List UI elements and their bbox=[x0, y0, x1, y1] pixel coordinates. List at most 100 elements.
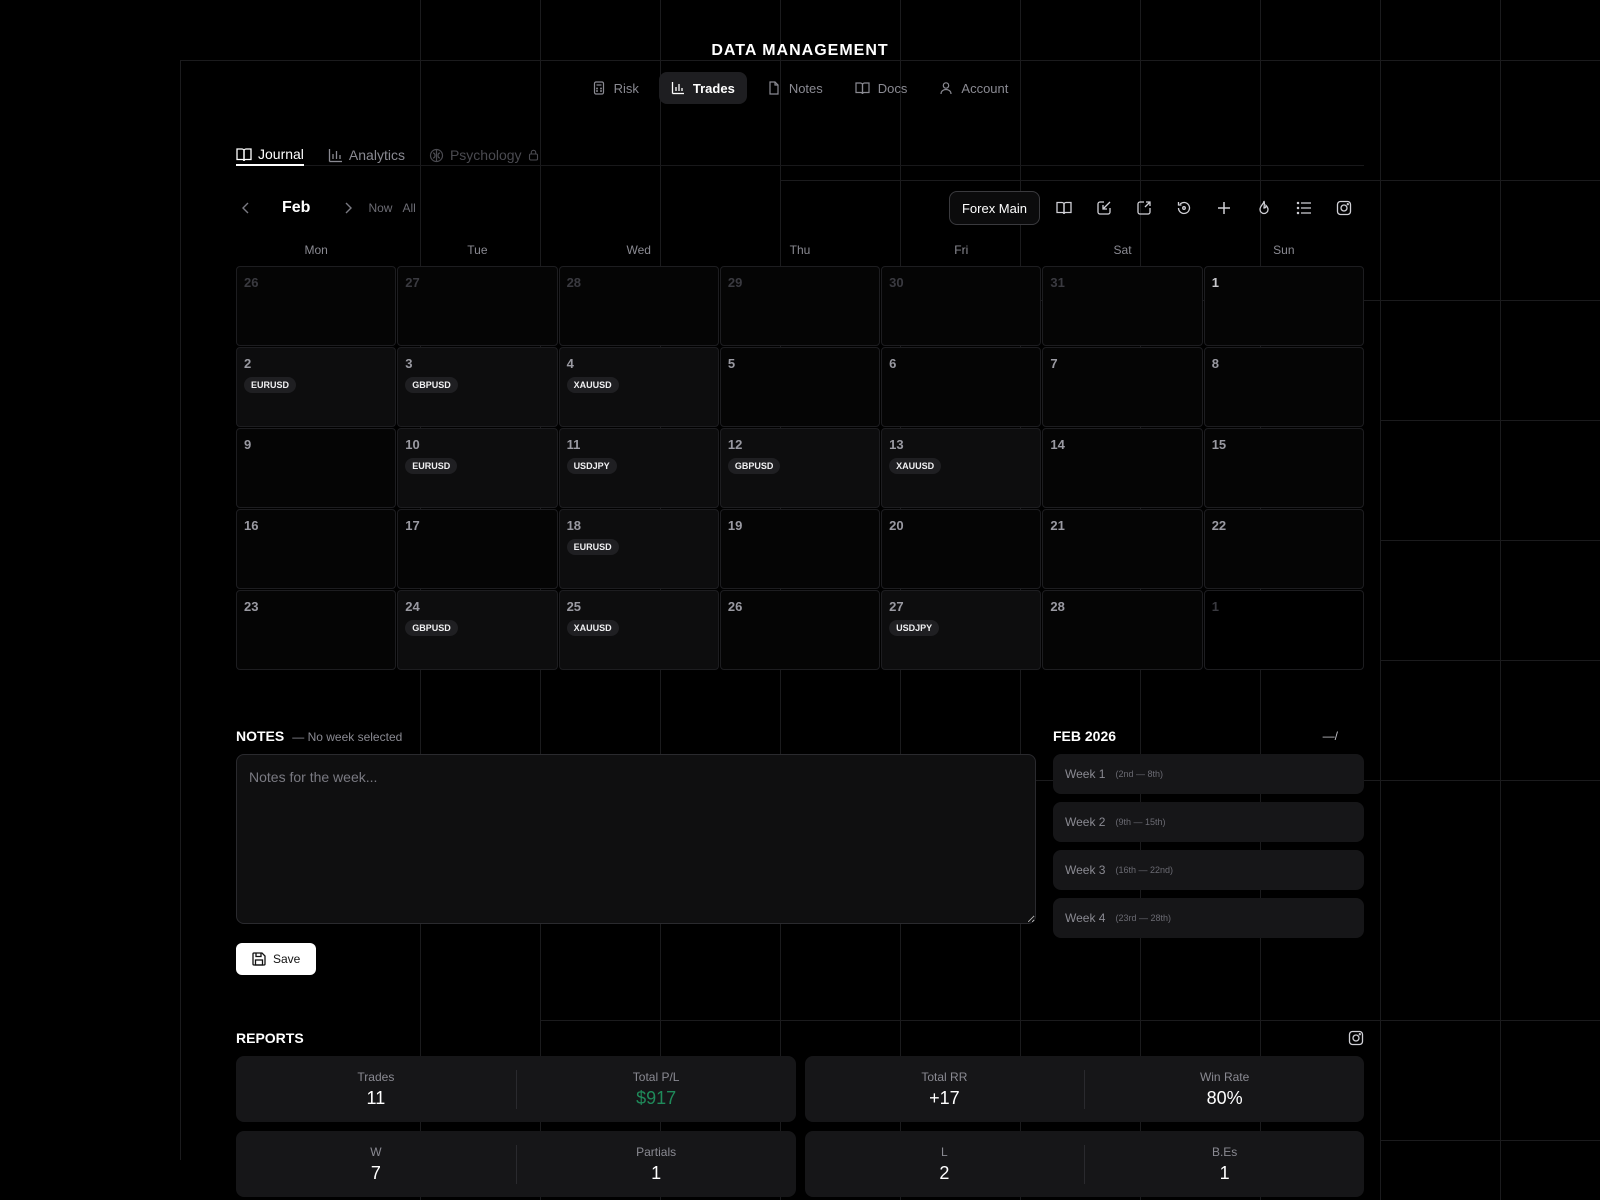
day-number: 26 bbox=[244, 275, 259, 290]
screenshot-button[interactable] bbox=[1324, 191, 1364, 225]
calendar-day[interactable]: 15 bbox=[1203, 428, 1364, 508]
calendar-day[interactable]: 20 bbox=[881, 509, 1042, 589]
trade-chip[interactable]: EURUSD bbox=[566, 539, 619, 555]
calendar-day[interactable]: 2 EURUSD bbox=[236, 347, 397, 427]
import-button[interactable] bbox=[1084, 191, 1124, 225]
calendar-day[interactable]: 12 GBPUSD bbox=[719, 428, 881, 508]
weekday-label: Sun bbox=[1273, 243, 1295, 257]
lock-icon bbox=[528, 149, 539, 161]
nav-notes[interactable]: Notes bbox=[755, 72, 835, 104]
calendar-day[interactable]: 8 bbox=[1203, 347, 1364, 427]
account-selector[interactable]: Forex Main bbox=[948, 191, 1040, 225]
file-icon bbox=[767, 81, 781, 95]
trade-chip[interactable]: GBPUSD bbox=[727, 458, 781, 474]
camera-icon bbox=[1336, 200, 1352, 216]
calendar-day[interactable]: 18 EURUSD bbox=[558, 509, 719, 589]
week-label: Week 4 bbox=[1065, 911, 1106, 925]
stat-item: L2 bbox=[805, 1145, 1085, 1184]
reset-button[interactable] bbox=[1164, 191, 1204, 225]
all-button[interactable]: All bbox=[402, 201, 415, 215]
calendar-day[interactable]: 28 bbox=[558, 266, 719, 346]
next-month-button[interactable] bbox=[338, 198, 358, 218]
stat-card: W 7 Partials 1 bbox=[236, 1131, 796, 1197]
calendar-day[interactable]: 25 XAUUSD bbox=[558, 590, 719, 670]
save-button[interactable]: Save bbox=[236, 943, 317, 975]
calendar-day[interactable]: 22 bbox=[1203, 509, 1364, 589]
tab-journal[interactable]: Journal bbox=[236, 144, 304, 166]
calendar-day[interactable]: 31 bbox=[1042, 266, 1203, 346]
nav-docs[interactable]: Docs bbox=[843, 72, 920, 104]
stat-label: Partials bbox=[636, 1144, 677, 1159]
calendar-day[interactable]: 24 GBPUSD bbox=[397, 590, 558, 670]
now-button[interactable]: Now bbox=[368, 201, 392, 215]
stat-value: 2 bbox=[939, 1162, 950, 1183]
calendar-day[interactable]: 30 bbox=[881, 266, 1042, 346]
calendar-day[interactable]: 10 EURUSD bbox=[397, 428, 558, 508]
day-number: 3 bbox=[405, 356, 413, 371]
calendar-day[interactable]: 27 USDJPY bbox=[881, 590, 1042, 670]
prev-month-button[interactable] bbox=[236, 198, 256, 218]
week-item[interactable]: Week 2 (9th — 15th) bbox=[1053, 802, 1364, 842]
tab-analytics[interactable]: Analytics bbox=[328, 144, 405, 166]
journal-book-button[interactable] bbox=[1044, 191, 1084, 225]
tab-psychology[interactable]: Psychology bbox=[429, 144, 539, 166]
day-number: 19 bbox=[727, 518, 743, 533]
day-number: 1 bbox=[1211, 275, 1219, 290]
external-link-icon bbox=[1136, 200, 1152, 216]
streak-button[interactable] bbox=[1244, 191, 1284, 225]
calendar-day[interactable]: 26 bbox=[236, 266, 397, 346]
calendar-day[interactable]: 23 bbox=[236, 590, 397, 670]
add-trade-button[interactable] bbox=[1204, 191, 1244, 225]
trade-chip[interactable]: XAUUSD bbox=[566, 377, 619, 393]
calendar-day[interactable]: 3 GBPUSD bbox=[397, 347, 558, 427]
stat-value: 11 bbox=[366, 1087, 386, 1108]
stat-value: 1 bbox=[651, 1162, 662, 1183]
calendar-day[interactable]: 19 bbox=[719, 509, 881, 589]
trade-chip[interactable]: EURUSD bbox=[244, 377, 297, 393]
calendar-day[interactable]: 27 bbox=[397, 266, 558, 346]
trade-chip[interactable]: XAUUSD bbox=[889, 458, 942, 474]
stat-value: +17 bbox=[929, 1087, 960, 1108]
calendar-day[interactable]: 28 bbox=[1042, 590, 1203, 670]
stat-label: Win Rate bbox=[1199, 1069, 1250, 1084]
calendar-day[interactable]: 4 XAUUSD bbox=[558, 347, 719, 427]
week-item[interactable]: Week 4 (23rd — 28th) bbox=[1053, 898, 1364, 938]
export-button[interactable] bbox=[1124, 191, 1164, 225]
trade-chip[interactable]: GBPUSD bbox=[405, 620, 458, 636]
trade-chip[interactable]: XAUUSD bbox=[566, 620, 619, 636]
notes-textarea[interactable] bbox=[236, 754, 1036, 924]
calendar-day[interactable]: 1 bbox=[1203, 590, 1364, 670]
calendar-day[interactable]: 16 bbox=[236, 509, 397, 589]
calendar-day[interactable]: 5 bbox=[719, 347, 881, 427]
calendar-day[interactable]: 29 bbox=[719, 266, 881, 346]
nav-risk[interactable]: Risk bbox=[580, 72, 651, 104]
day-number: 10 bbox=[405, 437, 420, 452]
calendar-day[interactable]: 7 bbox=[1042, 347, 1203, 427]
list-view-button[interactable] bbox=[1284, 191, 1324, 225]
camera-icon[interactable] bbox=[1348, 1030, 1364, 1046]
day-number: 7 bbox=[1050, 356, 1058, 371]
day-number: 17 bbox=[405, 518, 420, 533]
trade-chip[interactable]: USDJPY bbox=[566, 458, 617, 474]
trade-chip[interactable]: EURUSD bbox=[405, 458, 458, 474]
calendar-day[interactable]: 14 bbox=[1042, 428, 1203, 508]
week-item[interactable]: Week 3 (16th — 22nd) bbox=[1053, 850, 1364, 890]
calendar-day[interactable]: 6 bbox=[881, 347, 1042, 427]
calendar-day[interactable]: 17 bbox=[397, 509, 558, 589]
calendar-header: Feb Now All Forex Main bbox=[236, 190, 1364, 226]
tab-analytics-label: Analytics bbox=[348, 147, 405, 163]
nav-account[interactable]: Account bbox=[927, 72, 1020, 104]
nav-risk-label: Risk bbox=[613, 80, 639, 96]
calendar-day[interactable]: 13 XAUUSD bbox=[881, 428, 1042, 508]
calendar-day[interactable]: 1 bbox=[1203, 266, 1364, 346]
calendar-day[interactable]: 9 bbox=[236, 428, 397, 508]
week-item[interactable]: Week 1 (2nd — 8th) bbox=[1053, 754, 1364, 794]
stat-card: L 2 B.Es 1 bbox=[804, 1131, 1364, 1197]
trade-chip[interactable]: GBPUSD bbox=[405, 377, 458, 393]
stat-value: 1 bbox=[1219, 1162, 1230, 1183]
nav-trades[interactable]: Trades bbox=[658, 72, 747, 104]
calendar-day[interactable]: 21 bbox=[1042, 509, 1203, 589]
trade-chip[interactable]: USDJPY bbox=[889, 620, 940, 636]
calendar-day[interactable]: 26 bbox=[719, 590, 881, 670]
calendar-day[interactable]: 11 USDJPY bbox=[558, 428, 719, 508]
